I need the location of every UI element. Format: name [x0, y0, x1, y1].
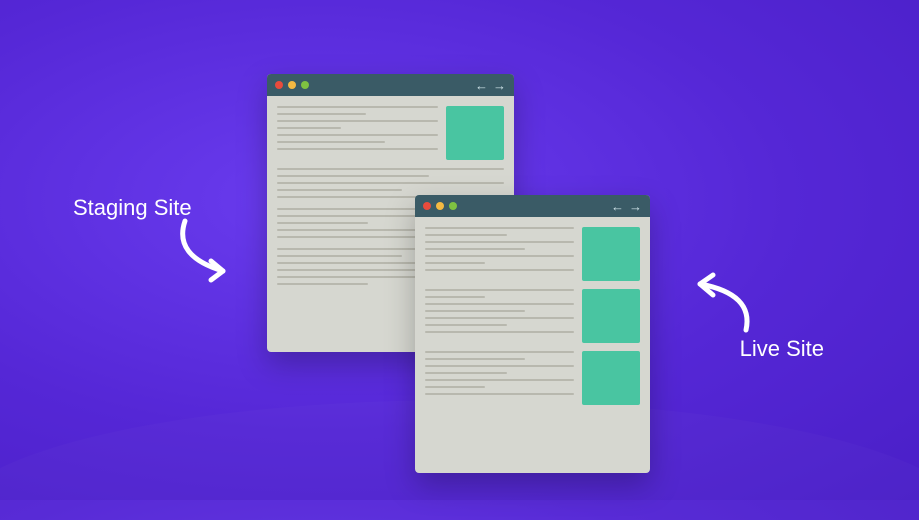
forward-icon: →: [493, 79, 506, 92]
maximize-icon: [301, 81, 309, 89]
titlebar: ← →: [415, 195, 650, 217]
content-area: [415, 217, 650, 423]
minimize-icon: [288, 81, 296, 89]
content-thumbnail: [582, 289, 640, 343]
arrow-live-icon: [668, 272, 763, 347]
live-window: ← →: [415, 195, 650, 473]
content-thumbnail: [582, 351, 640, 405]
maximize-icon: [449, 202, 457, 210]
content-thumbnail: [446, 106, 504, 160]
back-icon: ←: [611, 200, 624, 213]
minimize-icon: [436, 202, 444, 210]
content-thumbnail: [582, 227, 640, 281]
forward-icon: →: [629, 200, 642, 213]
close-icon: [423, 202, 431, 210]
close-icon: [275, 81, 283, 89]
arrow-staging-icon: [165, 216, 260, 291]
back-icon: ←: [475, 79, 488, 92]
titlebar: ← →: [267, 74, 514, 96]
